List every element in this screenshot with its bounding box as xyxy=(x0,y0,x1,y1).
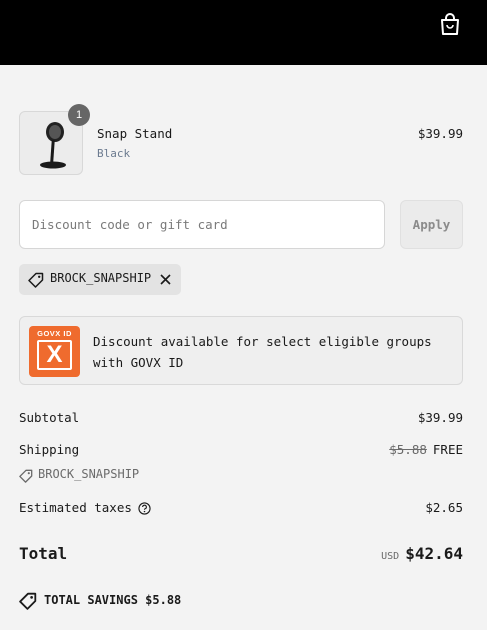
total-label: Total xyxy=(19,544,68,563)
govx-message: Discount available for select eligible g… xyxy=(93,334,432,370)
apply-button[interactable]: Apply xyxy=(400,200,463,249)
discount-code-input[interactable] xyxy=(19,200,385,249)
currency-code: USD xyxy=(381,551,400,562)
tag-icon xyxy=(19,469,33,483)
shipping-original-price: $5.88 xyxy=(389,442,427,457)
govx-x-icon: X xyxy=(37,340,72,370)
tag-icon xyxy=(28,272,44,288)
shipping-value: FREE xyxy=(432,442,463,457)
shipping-price: $5.88 FREE xyxy=(389,442,463,457)
applied-code-label: BROCK_SNAPSHIP xyxy=(50,271,152,285)
top-header xyxy=(0,0,487,65)
taxes-label-wrap: Estimated taxes xyxy=(19,500,151,515)
govx-banner[interactable]: GOVX ID X Discount available for select … xyxy=(19,316,463,385)
total-value: $42.64 xyxy=(405,544,463,563)
taxes-value: $2.65 xyxy=(425,500,463,515)
product-price: $39.99 xyxy=(417,126,463,141)
help-circle-icon[interactable] xyxy=(138,502,151,515)
taxes-label: Estimated taxes xyxy=(19,500,132,515)
line-item: 1 Snap Stand Black $39.99 xyxy=(19,104,463,175)
subtotal-label: Subtotal xyxy=(19,410,80,425)
subtotal-value: $39.99 xyxy=(417,410,463,425)
product-variant: Black xyxy=(97,147,131,160)
total-savings-label: TOTAL SAVINGS $5.88 xyxy=(44,593,182,607)
product-name: Snap Stand xyxy=(97,126,173,141)
govx-logo: GOVX ID X xyxy=(29,326,80,377)
quantity-badge: 1 xyxy=(68,104,90,126)
shopping-bag-icon[interactable] xyxy=(439,12,461,36)
shipping-discount-code: BROCK_SNAPSHIP xyxy=(38,467,140,481)
total-amount: USD $42.64 xyxy=(381,544,463,563)
tag-icon xyxy=(19,592,37,610)
govx-logo-text: GOVX ID xyxy=(37,329,72,338)
shipping-label: Shipping xyxy=(19,442,80,457)
applied-discount-chip: BROCK_SNAPSHIP xyxy=(19,264,181,295)
remove-discount-icon[interactable] xyxy=(159,273,172,286)
